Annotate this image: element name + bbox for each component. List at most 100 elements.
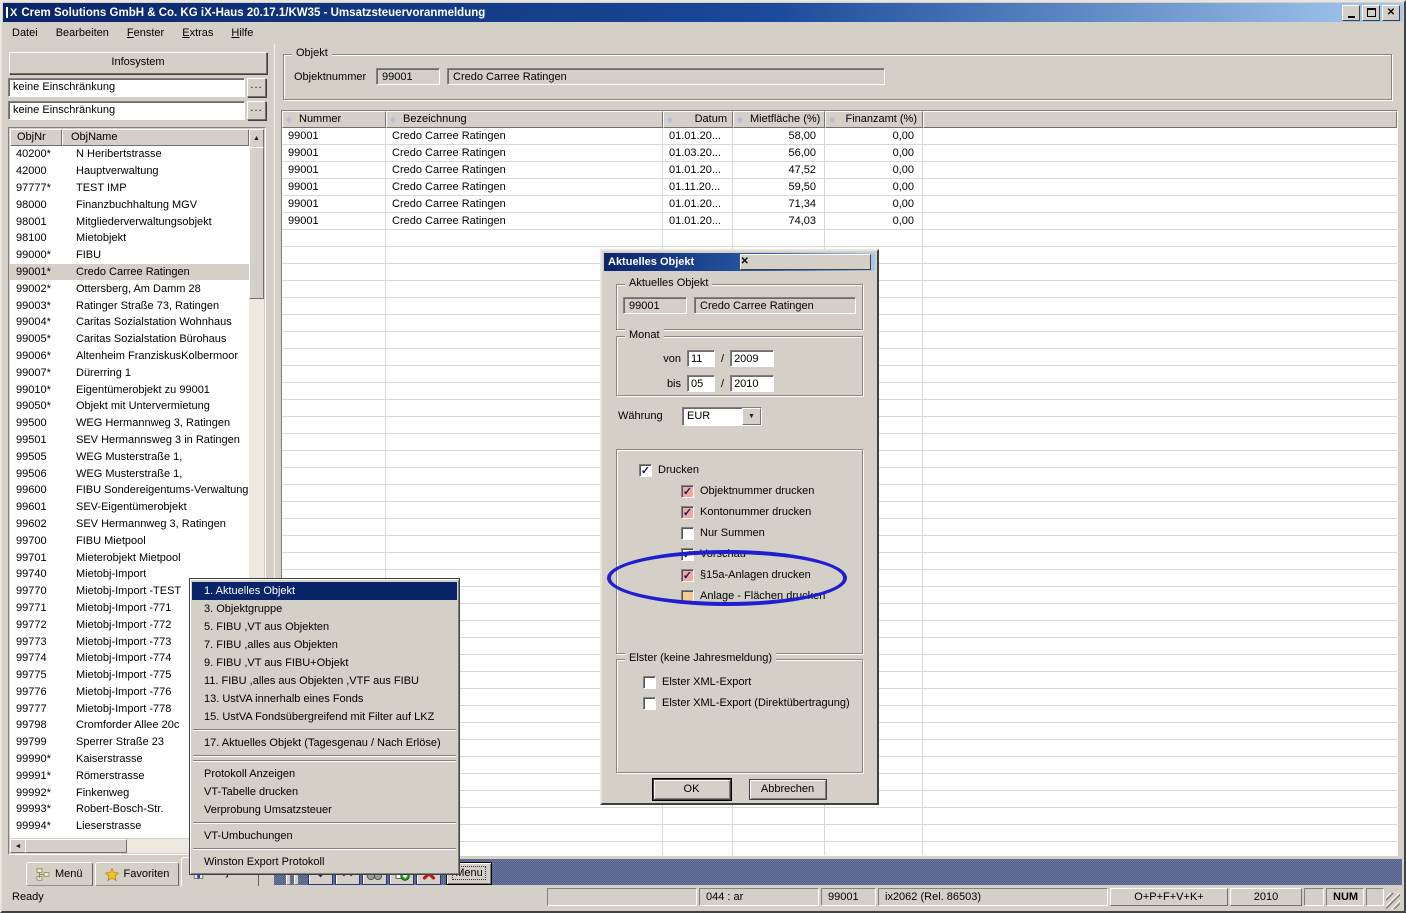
checkbox-box-icon[interactable]: ✓ xyxy=(639,464,652,477)
column-header-nummer[interactable]: ◆Nummer xyxy=(282,111,386,128)
list-item[interactable]: 99600FIBU Sondereigentums-Verwaltung xyxy=(10,482,249,499)
menu-datei[interactable]: Datei xyxy=(8,25,46,41)
infosystem-button[interactable]: Infosystem xyxy=(9,52,267,74)
table-row[interactable]: 99001Credo Carree Ratingen01.01.20...74,… xyxy=(282,213,1397,230)
cancel-button[interactable]: Abbrechen xyxy=(749,779,827,800)
menu-fenster[interactable]: Fenster xyxy=(123,25,172,41)
list-item[interactable]: 99506WEG Musterstraße 1, xyxy=(10,465,249,482)
menu-item-vt-umbuchungen[interactable]: VT-Umbuchungen xyxy=(192,827,457,845)
menu-item-15-ustva-fondsübergreifend-mit-filter-auf-lkz[interactable]: 15. UstVA Fondsübergreifend mit Filter a… xyxy=(192,708,457,726)
column-header-mietfläche[interactable]: ◆Mietfläche (%) xyxy=(733,111,825,128)
column-header-datum[interactable]: ◆Datum xyxy=(663,111,733,128)
checkbox-box-icon[interactable]: ✓ xyxy=(681,548,694,561)
checkbox-box-icon[interactable] xyxy=(643,676,656,689)
checkbox-box-icon[interactable] xyxy=(681,527,694,540)
maximize-button[interactable] xyxy=(1362,5,1380,21)
column-header-finanzamt[interactable]: ◆Finanzamt (%) xyxy=(825,111,923,128)
table-row[interactable]: 99001Credo Carree Ratingen01.01.20...58,… xyxy=(282,128,1397,145)
checkbox-box-icon[interactable] xyxy=(681,590,694,603)
checkbox-drucken[interactable]: ✓Drucken xyxy=(639,462,862,478)
dialog-objektnummer-field[interactable]: 99001 xyxy=(623,297,687,314)
column-header-bezeichnung[interactable]: ◆Bezeichnung xyxy=(386,111,663,128)
list-item[interactable]: 99001*Credo Carree Ratingen xyxy=(10,264,249,281)
menu-item-1-aktuelles-objekt[interactable]: 1. Aktuelles Objekt xyxy=(192,582,457,600)
filter-1-value[interactable]: keine Einschränkung xyxy=(8,78,245,97)
scrollbar-thumb[interactable] xyxy=(249,147,264,299)
resize-grip[interactable] xyxy=(1386,893,1400,909)
menu-item-11-fibu-alles-aus-objekten-vtf-aus-fibu[interactable]: 11. FIBU ,alles aus Objekten ,VTF aus FI… xyxy=(192,672,457,690)
objektname-field[interactable]: Credo Carree Ratingen xyxy=(447,68,885,85)
dialog-close-button[interactable]: ✕ xyxy=(740,254,872,270)
checkbox-kontonummer-drucken[interactable]: ✓Kontonummer drucken xyxy=(681,504,862,520)
minimize-button[interactable] xyxy=(1342,5,1360,21)
menu-item-9-fibu-vt-aus-fibu-objekt[interactable]: 9. FIBU ,VT aus FIBU+Objekt xyxy=(192,654,457,672)
checkbox-elster-xml-export-direktübertragung[interactable]: Elster XML-Export (Direktübertragung) xyxy=(643,695,862,711)
menu-item-verprobung-umsatzsteuer[interactable]: Verprobung Umsatzsteuer xyxy=(192,801,457,819)
column-header-objname[interactable]: ObjName xyxy=(62,129,249,146)
list-item[interactable]: 99602SEV Hermannweg 3, Ratingen xyxy=(10,516,249,533)
list-item[interactable]: 98100Mietobjekt xyxy=(10,230,249,247)
filter-2-browse-button[interactable]: ... xyxy=(247,101,266,120)
list-item[interactable]: 42000Hauptverwaltung xyxy=(10,163,249,180)
list-item[interactable]: 98001Mitgliederverwaltungsobjekt xyxy=(10,213,249,230)
filter-1-browse-button[interactable]: ... xyxy=(247,78,266,97)
menu-item-protokoll-anzeigen[interactable]: Protokoll Anzeigen xyxy=(192,765,457,783)
bis-year-field[interactable]: 2010 xyxy=(730,375,774,392)
list-item[interactable]: 99003*Ratinger Straße 73, Ratingen xyxy=(10,297,249,314)
list-item[interactable]: 99501SEV Hermannsweg 3 in Ratingen xyxy=(10,432,249,449)
filter-2-value[interactable]: keine Einschränkung xyxy=(8,101,245,120)
checkbox-vorschau[interactable]: ✓Vorschau xyxy=(681,546,862,562)
tab-menü[interactable]: Menü xyxy=(26,862,93,886)
checkbox-box-icon[interactable] xyxy=(643,697,656,710)
list-item[interactable]: 99000*FIBU xyxy=(10,247,249,264)
checkbox-nur-summen[interactable]: Nur Summen xyxy=(681,525,862,541)
menu-item-13-ustva-innerhalb-eines-fonds[interactable]: 13. UstVA innerhalb eines Fonds xyxy=(192,690,457,708)
tab-favoriten[interactable]: Favoriten xyxy=(95,862,180,886)
list-item[interactable]: 99505WEG Musterstraße 1, xyxy=(10,448,249,465)
scroll-up-arrow-icon[interactable]: ▲ xyxy=(249,129,264,148)
list-item[interactable]: 99601SEV-Eigentümerobjekt xyxy=(10,499,249,516)
list-item[interactable]: 98000Finanzbuchhaltung MGV xyxy=(10,196,249,213)
bis-month-field[interactable]: 05 xyxy=(687,375,715,392)
objektnummer-field[interactable]: 99001 xyxy=(376,68,440,85)
table-row[interactable]: 99001Credo Carree Ratingen01.11.20...59,… xyxy=(282,179,1397,196)
ok-button[interactable]: OK xyxy=(653,779,731,800)
von-year-field[interactable]: 2009 xyxy=(730,350,774,367)
list-item[interactable]: 40200*N Heribertstrasse xyxy=(10,146,249,163)
column-header-objnr[interactable]: ObjNr xyxy=(10,129,62,146)
list-item[interactable]: 99700FIBU Mietpool xyxy=(10,532,249,549)
list-item[interactable]: 99500WEG Hermannweg 3, Ratingen xyxy=(10,415,249,432)
list-item[interactable]: 99701Mieterobjekt Mietpool xyxy=(10,549,249,566)
checkbox-box-icon[interactable]: ✓ xyxy=(681,485,694,498)
table-row[interactable]: 99001Credo Carree Ratingen01.01.20...71,… xyxy=(282,196,1397,213)
list-item[interactable]: 99007*Dürerring 1 xyxy=(10,364,249,381)
checkbox-elster-xml-export[interactable]: Elster XML-Export xyxy=(643,674,862,690)
scrollbar-thumb[interactable] xyxy=(25,839,127,853)
dropdown-arrow-icon[interactable]: ▼ xyxy=(742,408,761,425)
dialog-objektname-field[interactable]: Credo Carree Ratingen xyxy=(694,297,856,314)
list-item[interactable]: 99010*Eigentümerobjekt zu 99001 xyxy=(10,381,249,398)
menu-item-winston-export-protokoll[interactable]: Winston Export Protokoll xyxy=(192,853,457,871)
table-row[interactable] xyxy=(282,230,1397,247)
list-item[interactable]: 99050*Objekt mit Untervermietung xyxy=(10,398,249,415)
waehrung-combobox[interactable]: EUR ▼ xyxy=(682,407,762,426)
list-item[interactable]: 97777*TEST IMP xyxy=(10,180,249,197)
menu-item-7-fibu-alles-aus-objekten[interactable]: 7. FIBU ,alles aus Objekten xyxy=(192,636,457,654)
von-month-field[interactable]: 11 xyxy=(687,350,715,367)
menu-extras[interactable]: Extras xyxy=(178,25,221,41)
table-row[interactable]: 99001Credo Carree Ratingen01.03.20...56,… xyxy=(282,145,1397,162)
checkbox-box-icon[interactable]: ✓ xyxy=(681,569,694,582)
list-item[interactable]: 99005*Caritas Sozialstation Bürohaus xyxy=(10,331,249,348)
menu-bearbeiten[interactable]: Bearbeiten xyxy=(52,25,117,41)
scroll-left-arrow-icon[interactable]: ◄ xyxy=(10,839,26,853)
table-row[interactable]: 99001Credo Carree Ratingen01.01.20...47,… xyxy=(282,162,1397,179)
menu-item-5-fibu-vt-aus-objekten[interactable]: 5. FIBU ,VT aus Objekten xyxy=(192,618,457,636)
checkbox-box-icon[interactable]: ✓ xyxy=(681,506,694,519)
close-button[interactable]: ✕ xyxy=(1382,5,1400,21)
menu-hilfe[interactable]: Hilfe xyxy=(227,25,261,41)
list-item[interactable]: 99004*Caritas Sozialstation Wohnhaus xyxy=(10,314,249,331)
checkbox-anlage-flächen-drucken[interactable]: Anlage - Flächen drucken xyxy=(681,588,862,604)
list-item[interactable]: 99002*Ottersberg, Am Damm 28 xyxy=(10,280,249,297)
menu-item-vt-tabelle-drucken[interactable]: VT-Tabelle drucken xyxy=(192,783,457,801)
checkbox-15a-anlagen-drucken[interactable]: ✓§15a-Anlagen drucken xyxy=(681,567,862,583)
